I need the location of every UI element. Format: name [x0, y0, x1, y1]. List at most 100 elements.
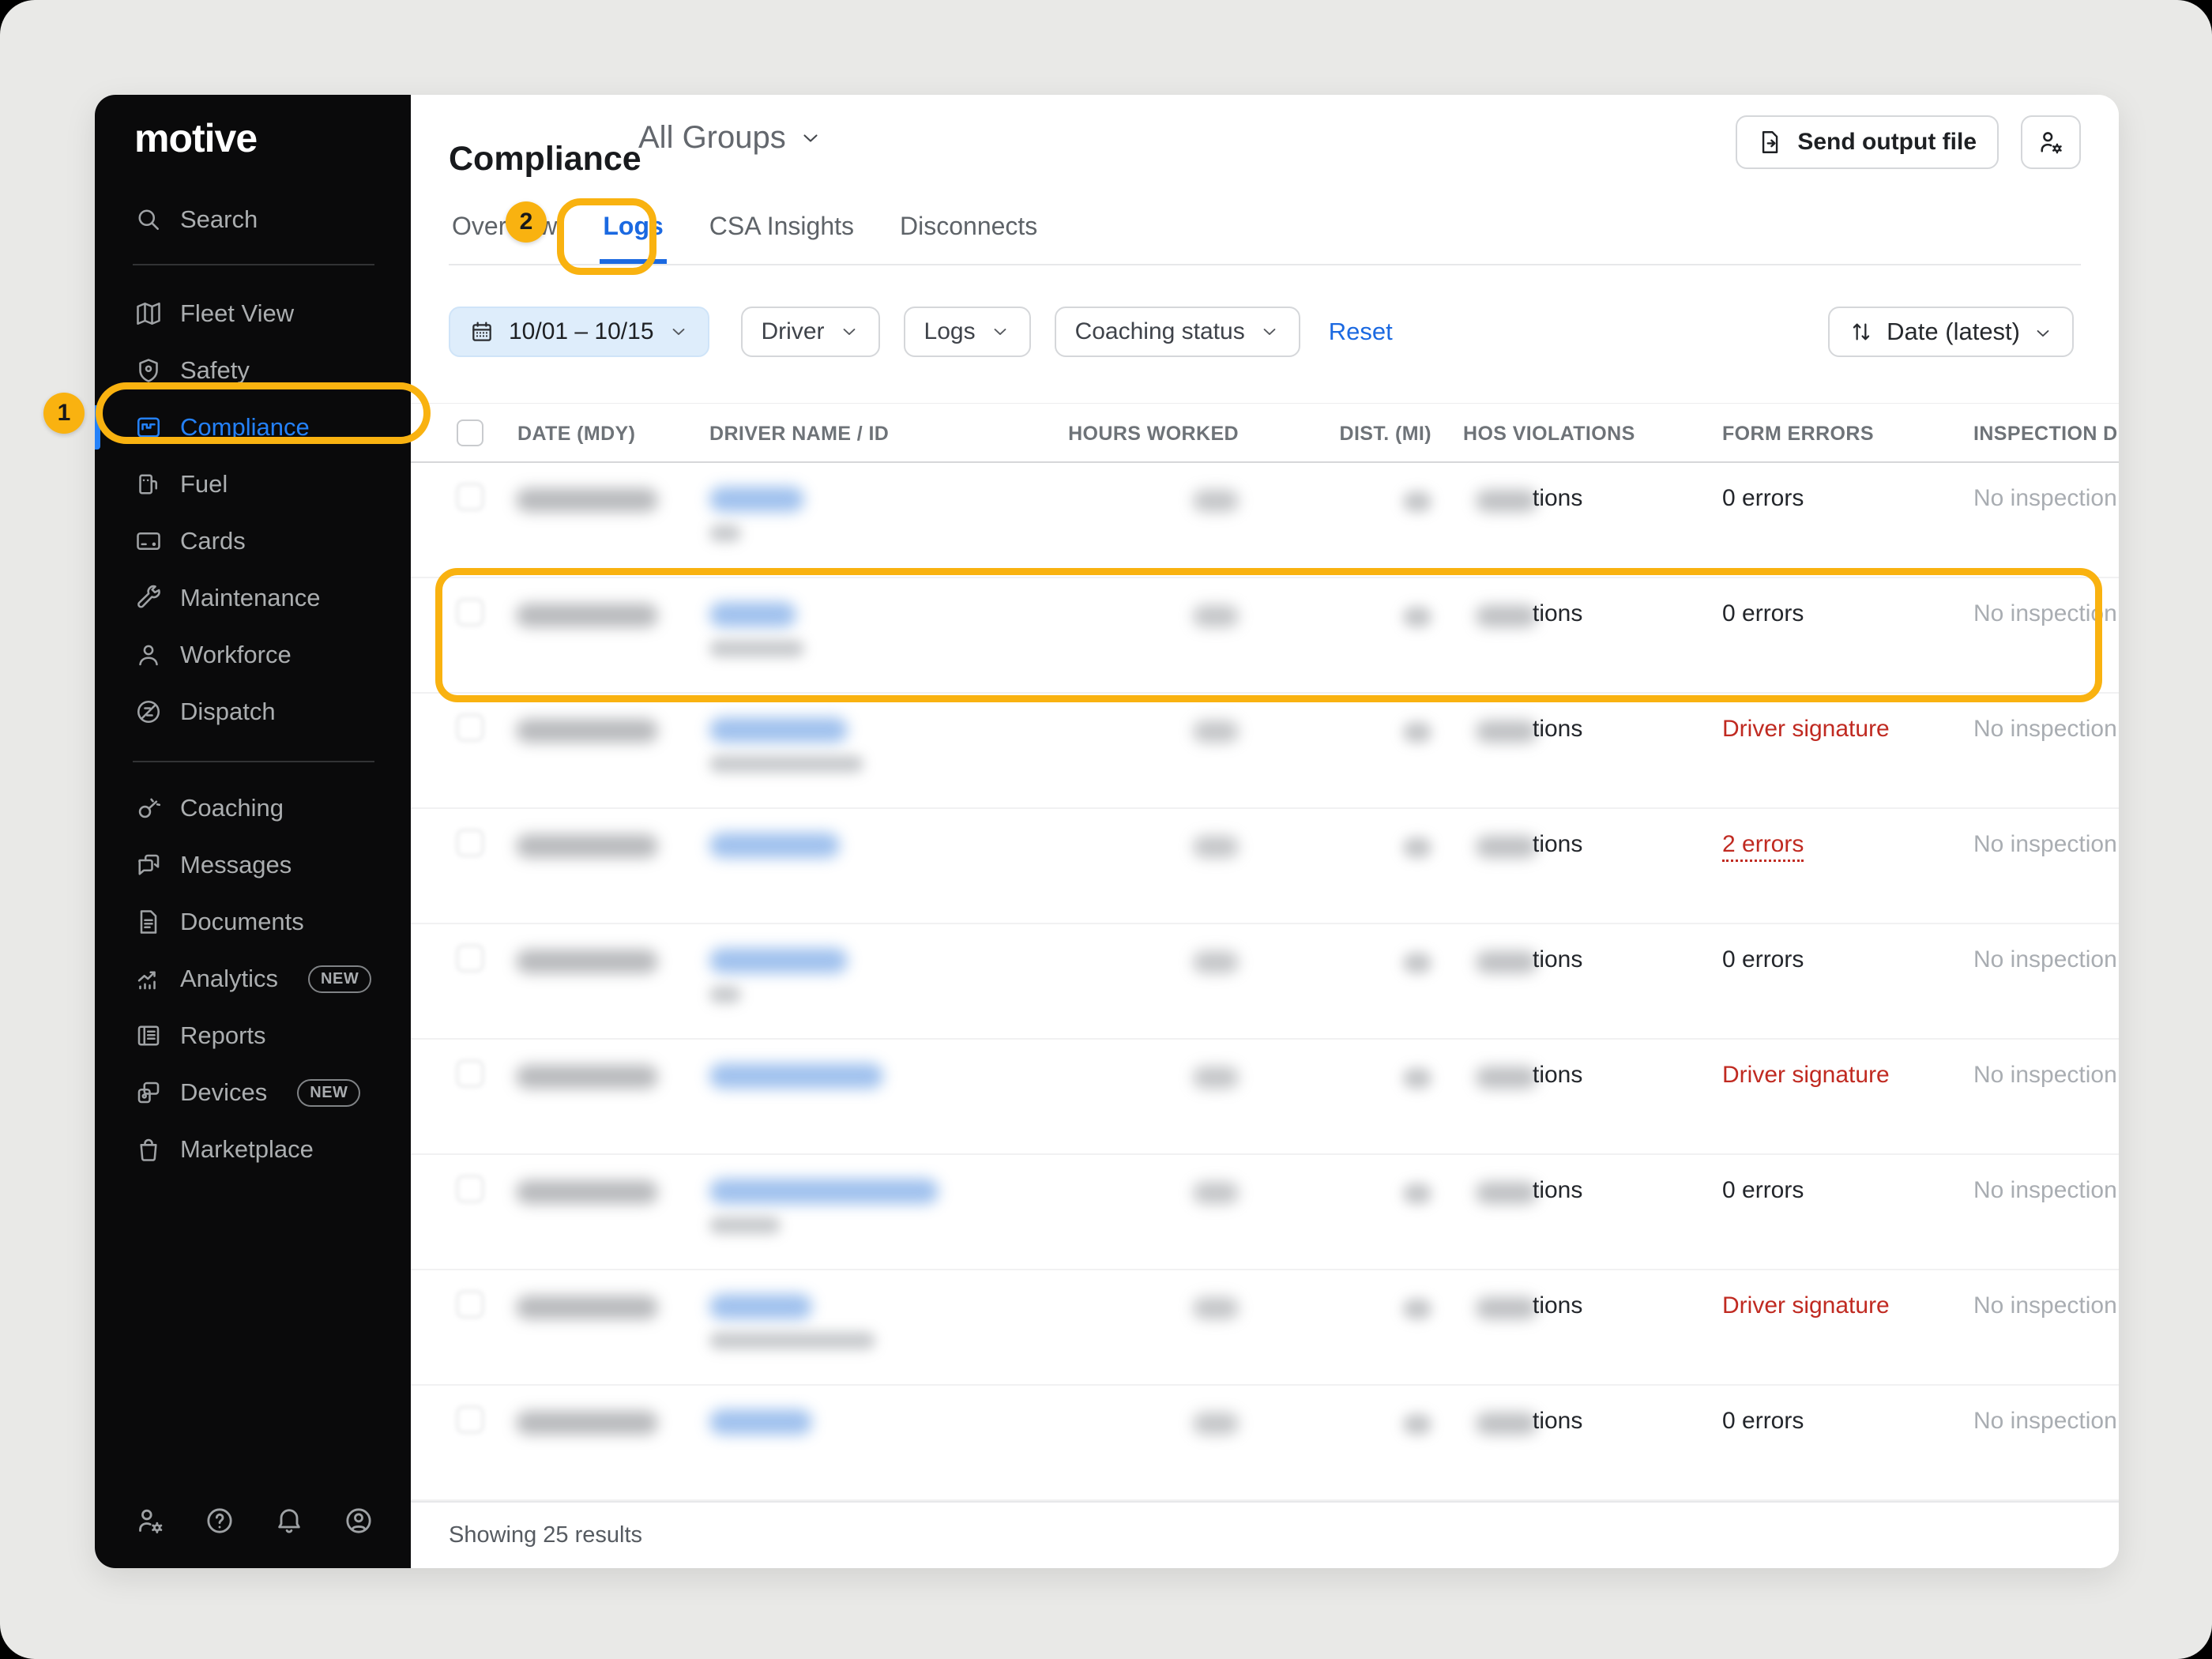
table-row-highlighted[interactable]: tions0 errorsNo inspection: [411, 578, 2119, 694]
inspection-value: No inspection: [1973, 1062, 2117, 1089]
form-errors-value[interactable]: 2 errors: [1722, 831, 1804, 862]
sidebar-item-fuel[interactable]: Fuel: [95, 456, 411, 513]
driver-name-link-blurred[interactable]: [709, 1063, 883, 1089]
form-errors-value: Driver signature: [1722, 1062, 1890, 1089]
date-blurred: [516, 604, 658, 627]
sidebar-item-safety[interactable]: Safety: [95, 342, 411, 399]
sidebar-search[interactable]: Search: [95, 191, 411, 248]
account-icon[interactable]: [343, 1505, 374, 1537]
reset-filters-link[interactable]: Reset: [1329, 318, 1393, 346]
sidebar-item-devices[interactable]: DevicesNEW: [95, 1064, 411, 1121]
row-checkbox[interactable]: [457, 1291, 483, 1318]
driver-id-blurred: [709, 986, 741, 1003]
tab-logs[interactable]: Logs: [600, 207, 666, 264]
sidebar-item-label: Reports: [180, 1021, 266, 1050]
sidebar-item-messages[interactable]: Messages: [95, 837, 411, 893]
table-row[interactable]: tionsDriver signatureNo inspection: [411, 694, 2119, 809]
inspection-value: No inspection: [1973, 485, 2117, 512]
driver-name-link-blurred[interactable]: [709, 717, 848, 743]
sidebar-item-label: Coaching: [180, 794, 284, 822]
user-gear-icon: [2037, 128, 2065, 156]
date-range-filter[interactable]: 10/01 – 10/15: [449, 307, 709, 357]
sort-selector[interactable]: Date (latest): [1828, 307, 2074, 357]
whistle-icon: [134, 794, 163, 822]
hos-violations-blurred: [1476, 490, 1537, 512]
help-icon[interactable]: [204, 1505, 235, 1537]
sidebar-item-dispatch[interactable]: Dispatch: [95, 683, 411, 740]
date-blurred: [516, 1411, 658, 1435]
table-row[interactable]: tionsDriver signatureNo inspection: [411, 1040, 2119, 1155]
hours-worked-blurred: [1193, 720, 1239, 743]
sidebar-item-reports[interactable]: Reports: [95, 1007, 411, 1064]
hours-worked-blurred: [1193, 605, 1239, 627]
inspection-value: No inspection: [1973, 716, 2117, 743]
driver-name-link-blurred[interactable]: [709, 833, 840, 858]
coaching-status-filter[interactable]: Coaching status: [1055, 307, 1300, 357]
driver-name-link-blurred[interactable]: [709, 602, 796, 627]
driver-id-blurred: [709, 1332, 875, 1349]
sidebar-item-coaching[interactable]: Coaching: [95, 780, 411, 837]
row-checkbox[interactable]: [457, 1060, 483, 1087]
app-window: motive Search Fleet ViewSafetyCompliance…: [95, 95, 2119, 1568]
table-row[interactable]: tions0 errorsNo inspection: [411, 463, 2119, 578]
user-settings-button[interactable]: [2021, 115, 2081, 169]
row-checkbox[interactable]: [457, 714, 483, 741]
send-output-file-button[interactable]: Send output file: [1736, 115, 1999, 169]
send-file-icon: [1758, 129, 1785, 156]
table-row[interactable]: tions0 errorsNo inspection: [411, 1386, 2119, 1501]
table-header: DATE (MDY) DRIVER NAME / ID HOURS WORKED…: [411, 403, 2119, 463]
driver-name-link-blurred[interactable]: [709, 487, 804, 512]
devices-icon: [134, 1078, 163, 1107]
table-row[interactable]: tions0 errorsNo inspection: [411, 1155, 2119, 1270]
hos-violations-partial: tions: [1533, 716, 1582, 743]
analytics-icon: [134, 965, 163, 993]
row-checkbox[interactable]: [457, 1176, 483, 1202]
hours-worked-blurred: [1193, 1413, 1239, 1435]
sidebar-item-workforce[interactable]: Workforce: [95, 626, 411, 683]
select-all-checkbox[interactable]: [457, 419, 483, 446]
coaching-status-label: Coaching status: [1075, 318, 1245, 345]
driver-filter-label: Driver: [762, 318, 825, 345]
distance-blurred: [1403, 722, 1431, 743]
date-blurred: [516, 719, 658, 743]
sidebar-item-marketplace[interactable]: Marketplace: [95, 1121, 411, 1178]
new-badge: NEW: [297, 1079, 360, 1107]
group-selector[interactable]: All Groups: [638, 120, 822, 156]
sidebar-footer-icons: [134, 1505, 374, 1537]
sidebar-item-analytics[interactable]: AnalyticsNEW: [95, 950, 411, 1007]
sidebar-item-label: Maintenance: [180, 584, 321, 612]
user-settings-icon[interactable]: [134, 1505, 166, 1537]
driver-name-link-blurred[interactable]: [709, 1179, 939, 1204]
driver-id-blurred: [709, 755, 863, 773]
row-checkbox[interactable]: [457, 830, 483, 856]
tab-disconnects[interactable]: Disconnects: [897, 207, 1040, 264]
document-icon: [134, 908, 163, 936]
driver-filter[interactable]: Driver: [741, 307, 880, 357]
sidebar-item-documents[interactable]: Documents: [95, 893, 411, 950]
table-row[interactable]: tionsDriver signatureNo inspection: [411, 1270, 2119, 1386]
sidebar-item-compliance[interactable]: Compliance: [95, 399, 411, 456]
hos-violations-blurred: [1476, 1066, 1537, 1089]
driver-name-link-blurred[interactable]: [709, 1409, 812, 1435]
sidebar-item-label: Messages: [180, 851, 292, 879]
sidebar-item-label: Fuel: [180, 470, 228, 498]
annotation-step-1-badge: 1: [43, 393, 85, 434]
row-checkbox[interactable]: [457, 945, 483, 972]
logs-filter[interactable]: Logs: [904, 307, 1031, 357]
sidebar-item-label: Dispatch: [180, 698, 276, 726]
row-checkbox[interactable]: [457, 483, 483, 510]
driver-name-link-blurred[interactable]: [709, 948, 848, 973]
row-checkbox[interactable]: [457, 599, 483, 626]
table-row[interactable]: tions0 errorsNo inspection: [411, 924, 2119, 1040]
inspection-value: No inspection: [1973, 1408, 2117, 1435]
tab-csa-insights[interactable]: CSA Insights: [706, 207, 857, 264]
inspection-value: No inspection: [1973, 600, 2117, 627]
row-checkbox[interactable]: [457, 1406, 483, 1433]
sidebar-item-maintenance[interactable]: Maintenance: [95, 570, 411, 626]
bell-icon[interactable]: [273, 1505, 305, 1537]
table-row[interactable]: tions2 errorsNo inspection: [411, 809, 2119, 924]
sidebar-item-cards[interactable]: Cards: [95, 513, 411, 570]
driver-name-link-blurred[interactable]: [709, 1294, 812, 1319]
tab-overview[interactable]: Overview: [449, 207, 560, 264]
sidebar-item-fleet-view[interactable]: Fleet View: [95, 285, 411, 342]
